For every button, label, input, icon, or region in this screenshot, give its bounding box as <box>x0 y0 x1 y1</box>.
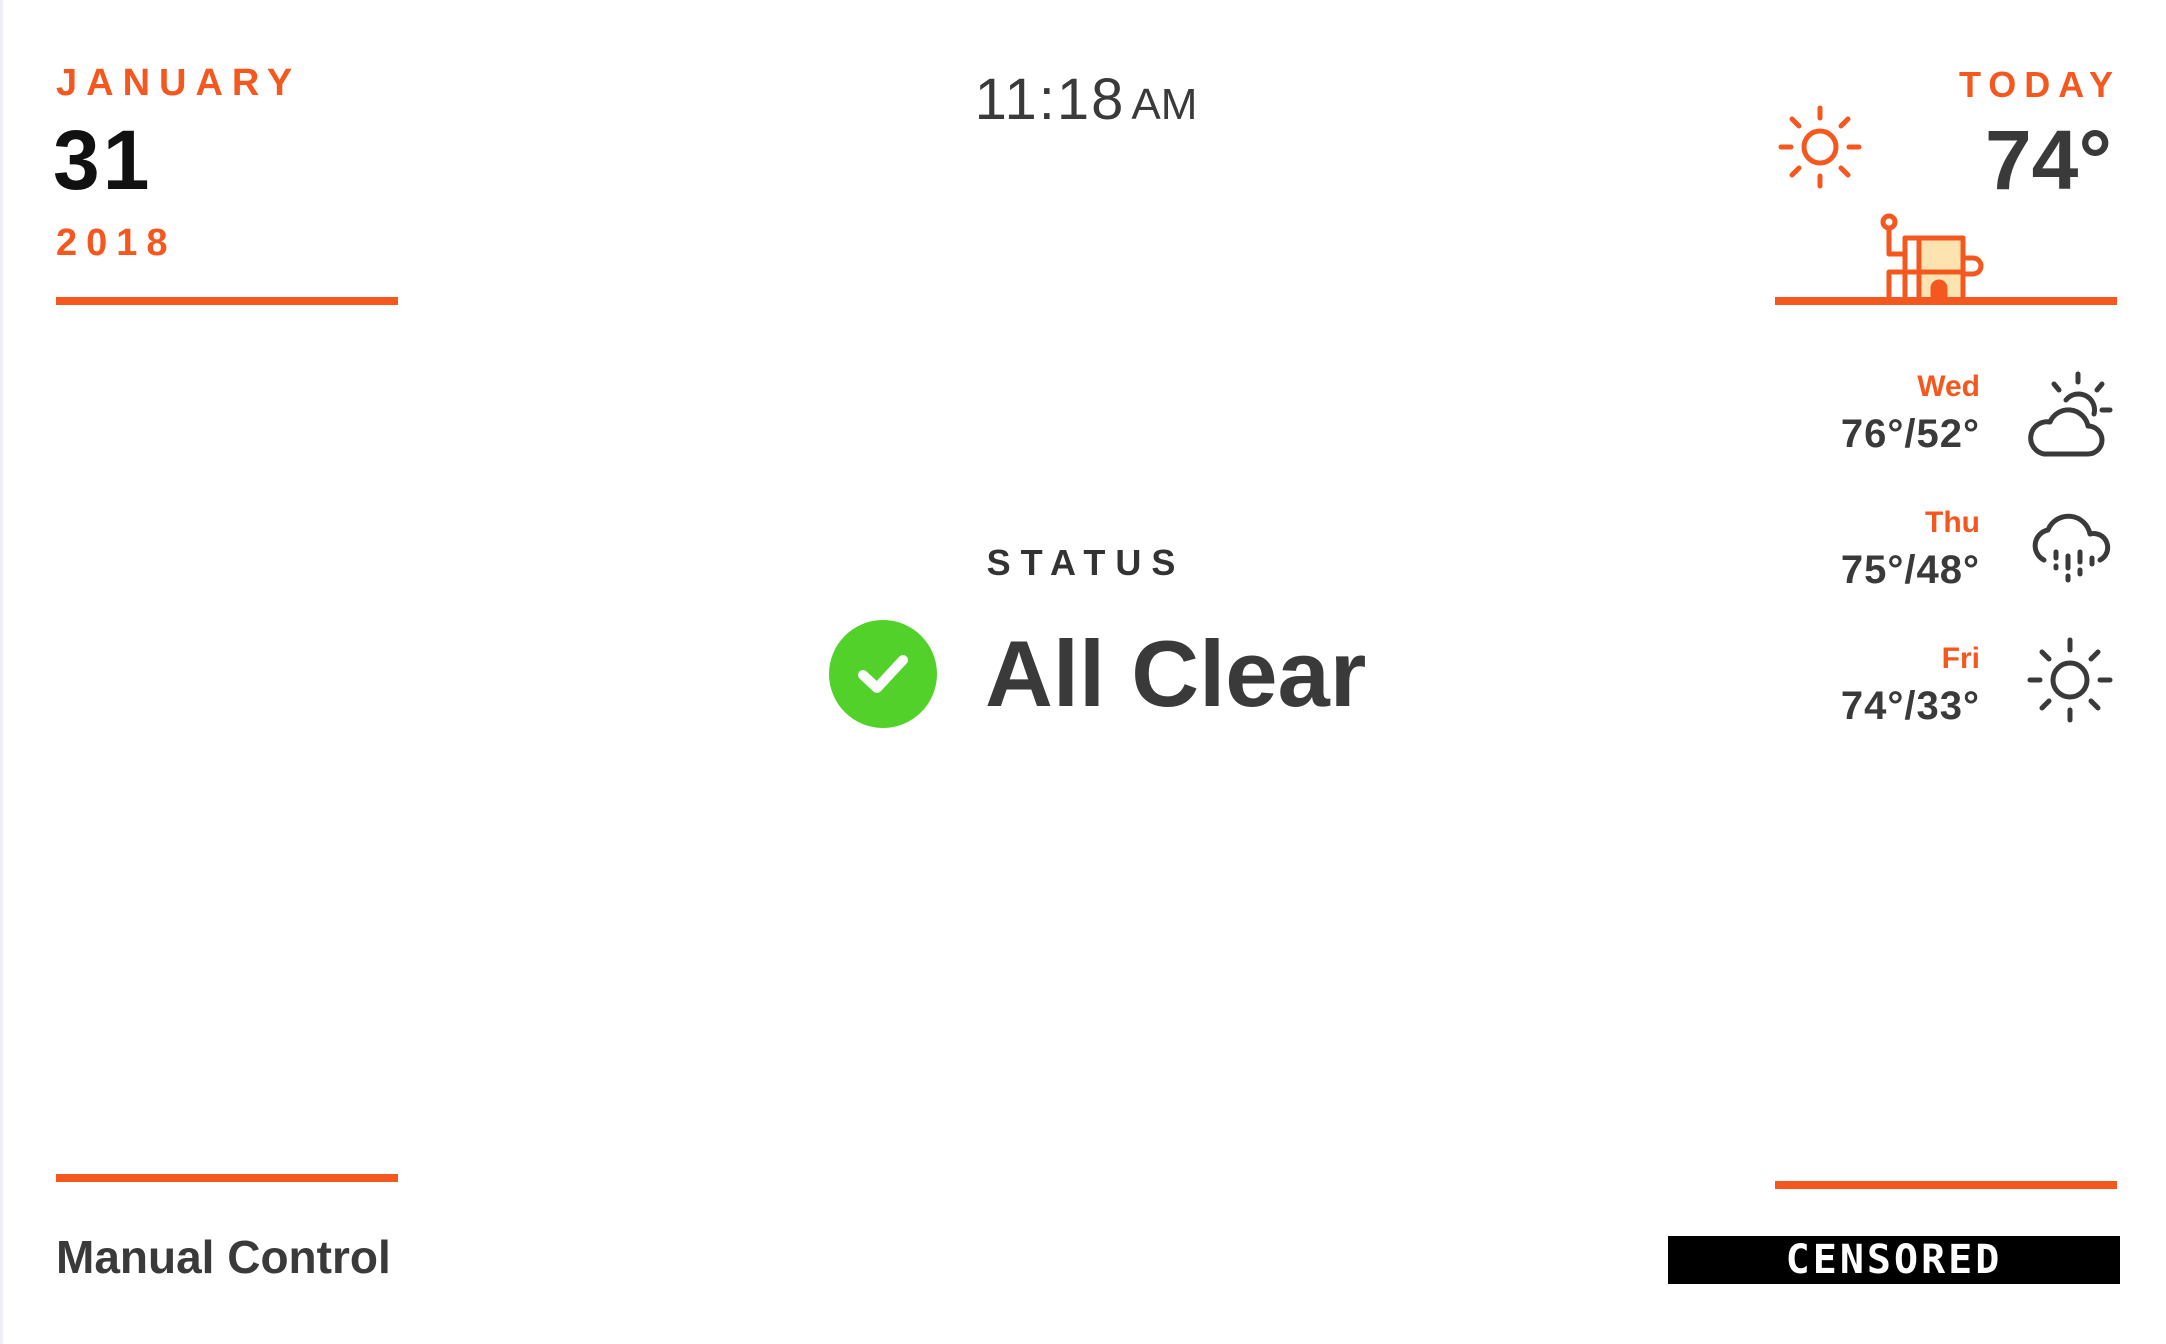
date-year: 2018 <box>56 222 177 264</box>
status-label: STATUS <box>986 542 1186 583</box>
check-circle-icon <box>829 620 937 728</box>
censored-label: CENSORED <box>1668 1236 2120 1284</box>
today-divider <box>1775 297 2117 305</box>
forecast-day-wed: Wed <box>1917 370 1980 403</box>
manual-control-button[interactable]: Manual Control <box>56 1230 391 1284</box>
manual-control-divider <box>56 1174 398 1182</box>
forecast-temps-wed: 76°/52° <box>1840 412 1980 456</box>
sun-icon <box>1777 104 1863 190</box>
clock-ampm: AM <box>1131 80 1198 129</box>
status-indicator: All Clear <box>829 620 1366 728</box>
today-temperature: 74° <box>1984 113 2112 207</box>
forecast-temps-fri: 74°/33° <box>1840 684 1980 728</box>
today-label: TODAY <box>1958 64 2121 105</box>
footer-divider <box>1775 1181 2117 1189</box>
status-text: All Clear <box>985 621 1367 726</box>
house-icon <box>1875 210 1995 303</box>
forecast-day-thu: Thu <box>1925 506 1980 539</box>
dashboard-screen: JANUARY 31 2018 11:18 AM TODAY 74° Wed 7… <box>0 0 2166 1344</box>
sun-icon <box>2022 632 2118 728</box>
date-divider <box>56 297 398 305</box>
clock-time: 11:18 <box>974 67 1126 132</box>
partly-cloudy-icon <box>2022 370 2118 466</box>
forecast-day-fri: Fri <box>1941 642 1980 675</box>
